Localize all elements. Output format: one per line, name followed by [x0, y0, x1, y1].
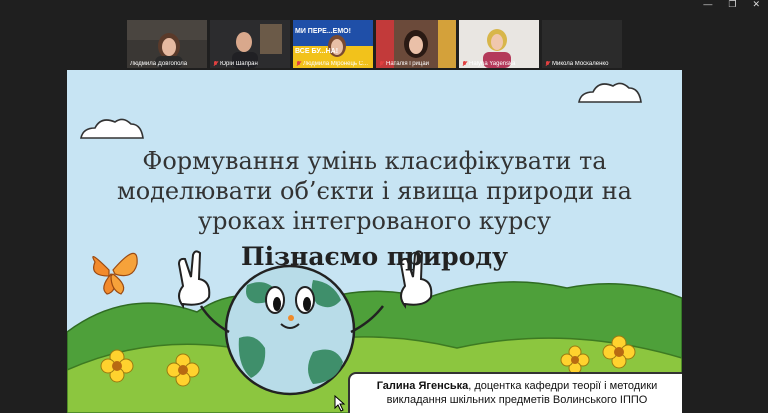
slide-title: Формування умінь класифікувати та моделю…: [67, 146, 682, 236]
muted-mic-icon: [545, 61, 550, 67]
close-icon[interactable]: ✕: [752, 0, 760, 10]
cloud-icon: [578, 82, 642, 103]
slide-title-line: уроках інтегрованого курсу: [198, 207, 551, 235]
cloud-icon: [80, 118, 144, 139]
muted-mic-icon: [462, 61, 467, 67]
participant-name: Микола Москаленко: [542, 61, 622, 67]
banner-top: МИ ПЕРЕ...ЕМО!: [295, 28, 351, 35]
slide-title-line: моделювати об’єкти і явища природи на: [117, 177, 632, 205]
slide-title-line: Формування умінь класифікувати та: [142, 147, 607, 175]
window-controls: — ❐ ✕: [703, 0, 760, 10]
banner-bottom: ВСЕ БУ...НА!: [295, 48, 338, 55]
participant-tile[interactable]: Микола Москаленко: [542, 20, 622, 68]
muted-mic-icon: [296, 61, 301, 67]
author-institution: викладання шкільних предметів Волинськог…: [386, 394, 648, 406]
participant-name: Людмила Довгопола: [130, 61, 188, 67]
author-position: , доцентка кафедри теорії і методики: [468, 380, 658, 392]
participant-name: Юрій Шапран: [210, 61, 290, 67]
participant-tile[interactable]: МИ ПЕРЕ...ЕМО! ВСЕ БУ...НА! Людмила Міро…: [293, 20, 373, 68]
participant-tile[interactable]: Людмила Довгопола: [127, 20, 207, 68]
shared-slide: Формування умінь класифікувати та моделю…: [67, 70, 682, 413]
participant-tile[interactable]: Наталія Грицай: [376, 20, 456, 68]
muted-mic-icon: [213, 61, 218, 67]
participant-tile[interactable]: Halyna Yagenska: [459, 20, 539, 68]
participant-name: Halyna Yagenska: [459, 61, 539, 67]
muted-mic-icon: [379, 61, 384, 67]
minimize-icon[interactable]: —: [703, 0, 712, 10]
maximize-icon[interactable]: ❐: [728, 0, 736, 10]
participant-name: Наталія Грицай: [376, 61, 456, 67]
participant-tile[interactable]: Юрій Шапран: [210, 20, 290, 68]
participant-name: Людмила Міронець С...: [293, 61, 373, 67]
author-name: Галина Ягенська: [376, 380, 469, 392]
author-caption: Галина Ягенська, доцентка кафедри теорії…: [348, 372, 682, 413]
slide-subtitle: Пізнаємо природу: [240, 242, 509, 271]
participant-strip: Людмила Довгопола Юрій Шапран МИ ПЕРЕ...…: [127, 20, 622, 68]
